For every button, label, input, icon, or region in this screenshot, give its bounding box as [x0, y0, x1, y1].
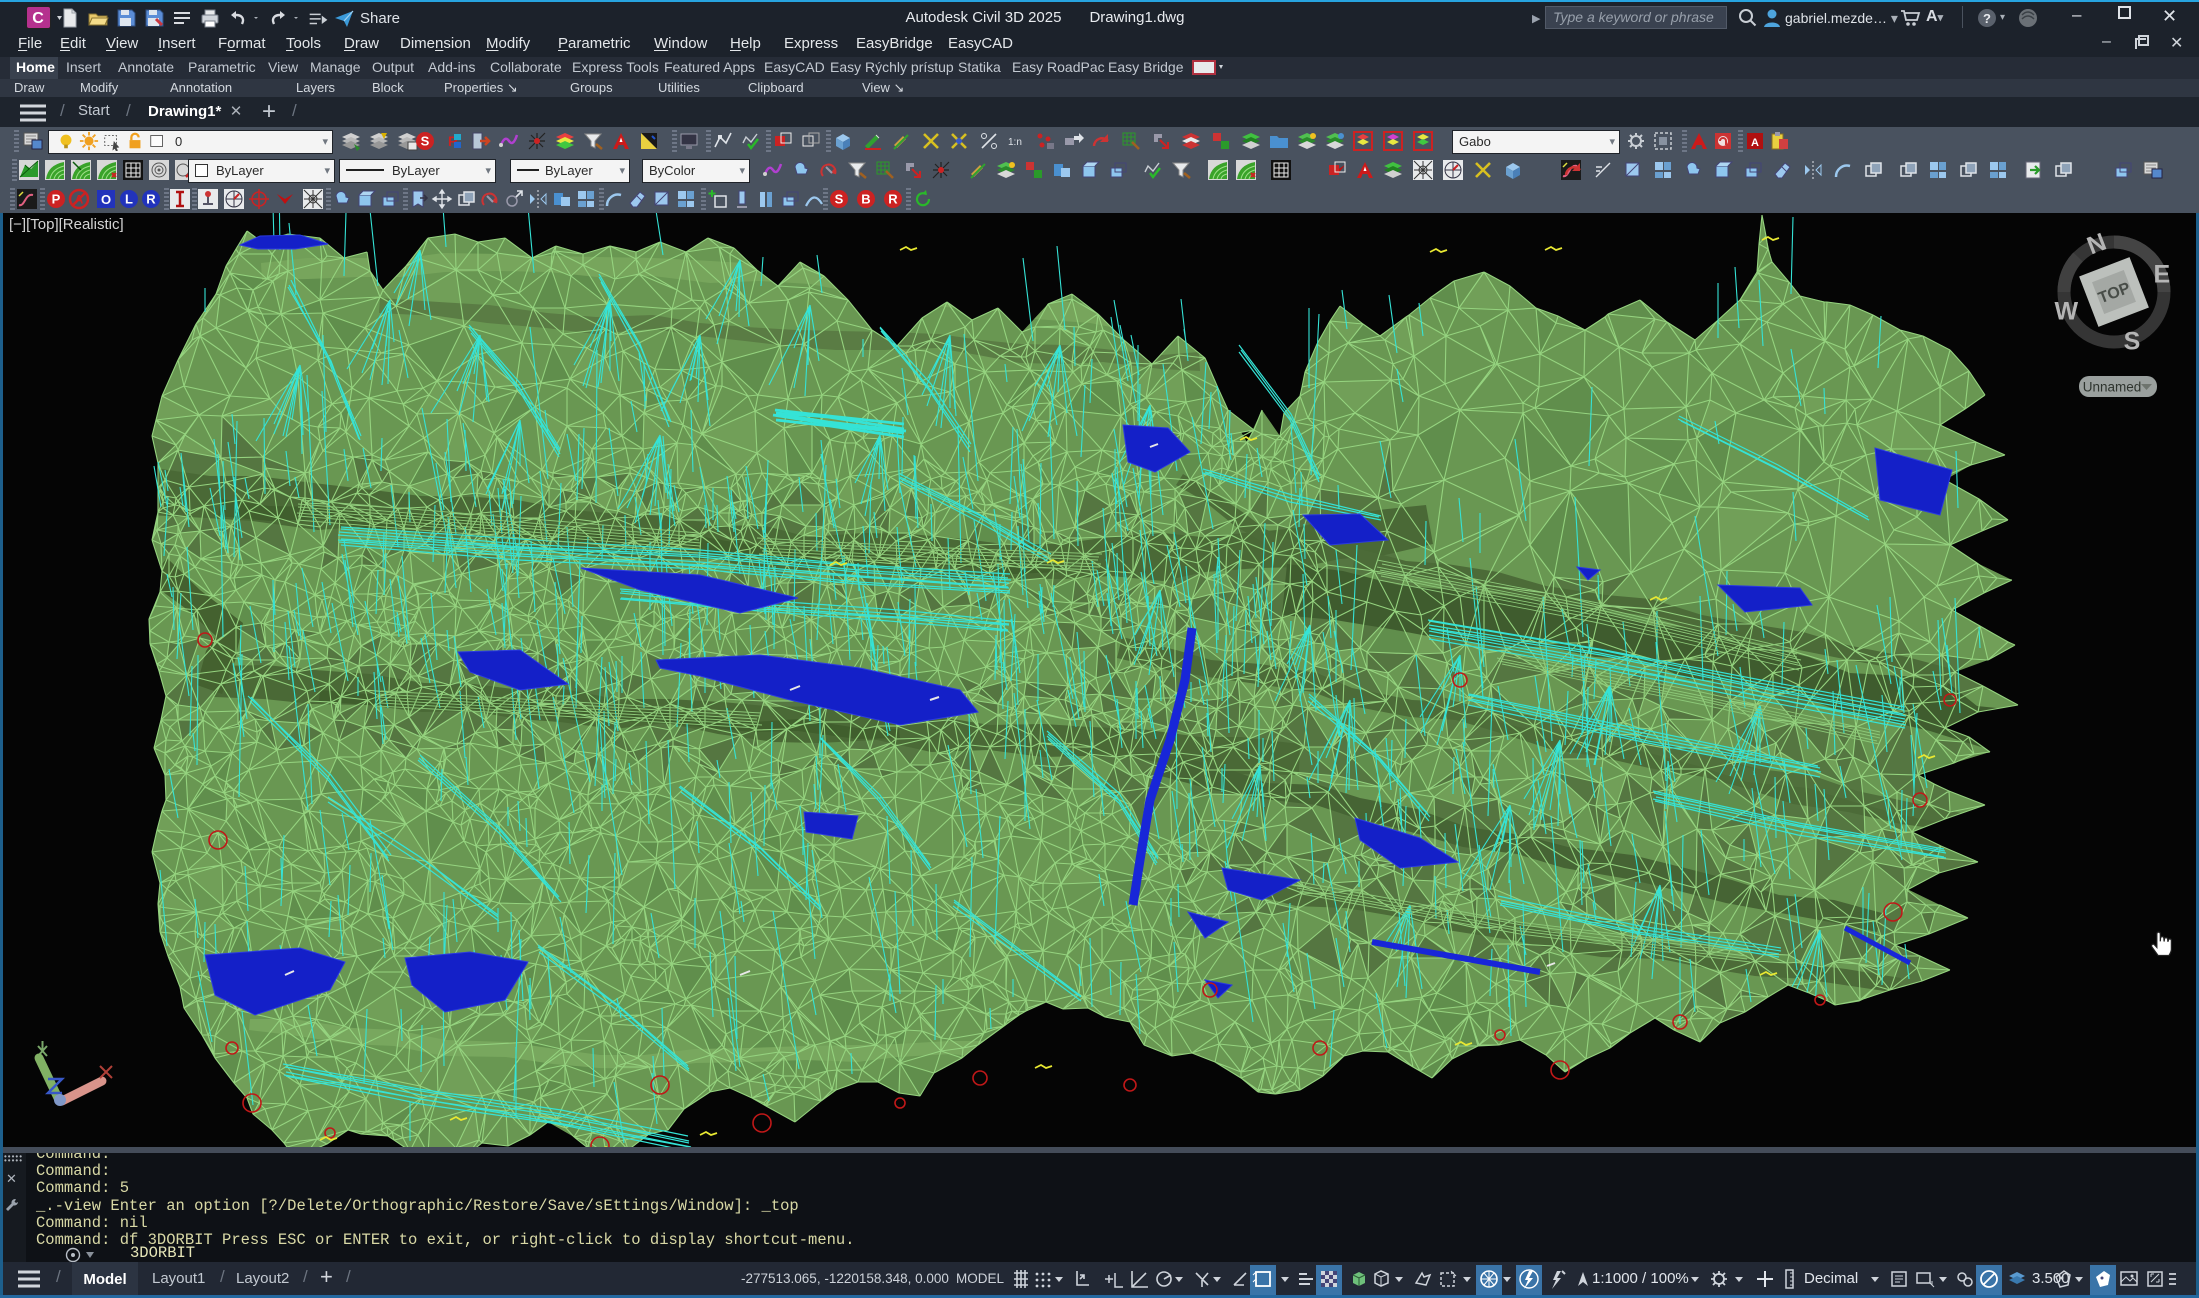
svg-text:Unnamed: Unnamed — [2083, 380, 2142, 395]
svg-text:O: O — [101, 192, 111, 207]
svg-text:S: S — [835, 192, 844, 207]
svg-text:S: S — [421, 134, 430, 149]
svg-text:1:n: 1:n — [1008, 137, 1022, 148]
svg-text:W: W — [2054, 298, 2078, 326]
svg-text:P: P — [52, 192, 61, 207]
svg-text:R: R — [888, 192, 898, 207]
svg-text:L: L — [125, 192, 133, 207]
svg-text:E: E — [2154, 260, 2171, 288]
svg-text:B: B — [861, 192, 870, 207]
svg-text:R: R — [146, 192, 156, 207]
svg-text:A: A — [1751, 137, 1759, 149]
svg-text:?: ? — [1983, 11, 1991, 26]
svg-text:S: S — [2124, 328, 2141, 356]
